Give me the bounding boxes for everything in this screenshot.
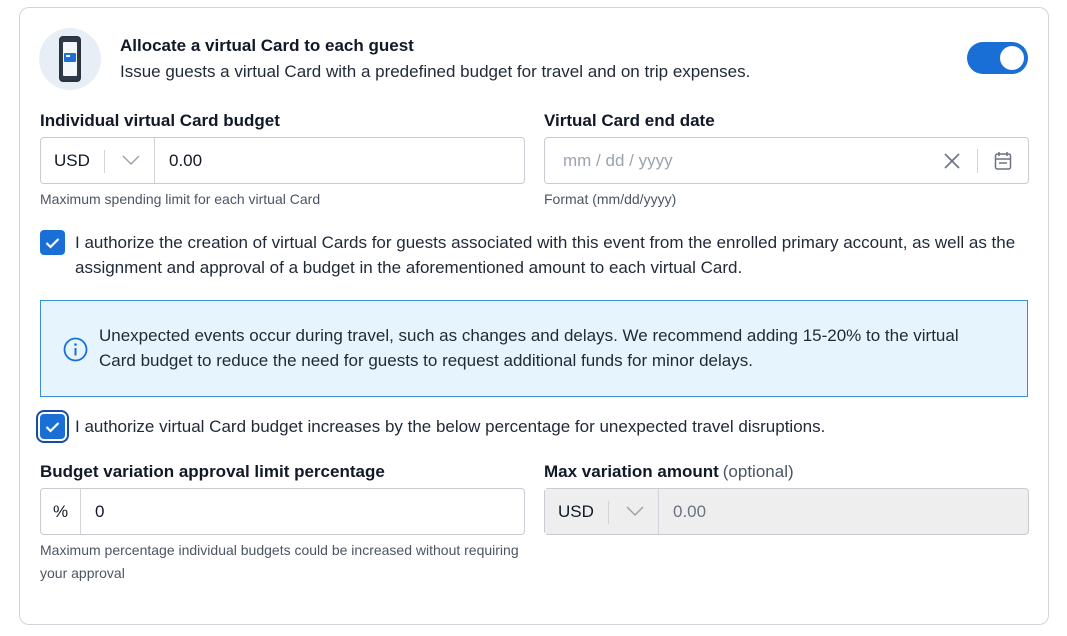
variation-pct-label: Budget variation approval limit percenta… bbox=[40, 462, 385, 481]
budget-currency-value: USD bbox=[54, 150, 90, 170]
checkmark-icon bbox=[45, 237, 60, 249]
section-subtitle: Issue guests a virtual Card with a prede… bbox=[120, 62, 751, 81]
checkmark-icon bbox=[45, 421, 60, 433]
max-variation-currency-value: USD bbox=[558, 501, 594, 521]
end-date-label: Virtual Card end date bbox=[544, 111, 715, 130]
authorize-creation-row: I authorize the creation of virtual Card… bbox=[40, 230, 1028, 280]
allocate-card-toggle[interactable] bbox=[967, 42, 1028, 74]
max-variation-field: USD 0.00 bbox=[544, 488, 1029, 535]
variation-pct-help: Maximum percentage individual budgets co… bbox=[40, 542, 519, 581]
max-variation-label: Max variation amount (optional) bbox=[544, 462, 794, 482]
variation-pct-field: % 0 bbox=[40, 488, 525, 535]
percent-symbol: % bbox=[41, 489, 81, 534]
authorize-creation-checkbox[interactable] bbox=[40, 230, 65, 255]
section-title: Allocate a virtual Card to each guest bbox=[120, 36, 414, 55]
authorize-creation-text: I authorize the creation of virtual Card… bbox=[75, 233, 1016, 277]
info-callout: Unexpected events occur during travel, s… bbox=[40, 300, 1028, 397]
end-date-input[interactable]: mm / dd / yyyy bbox=[544, 137, 1029, 184]
budget-currency-select[interactable]: USD bbox=[41, 138, 155, 183]
optional-tag: (optional) bbox=[722, 462, 794, 481]
authorize-increase-row: I authorize virtual Card budget increase… bbox=[40, 414, 1028, 439]
variation-pct-input[interactable]: 0 bbox=[81, 502, 104, 522]
authorize-increase-checkbox[interactable] bbox=[40, 414, 65, 439]
end-date-help: Format (mm/dd/yyyy) bbox=[544, 191, 677, 207]
budget-label: Individual virtual Card budget bbox=[40, 111, 280, 130]
info-text: Unexpected events occur during travel, s… bbox=[99, 326, 959, 370]
budget-field: USD 0.00 bbox=[40, 137, 525, 184]
budget-amount-input[interactable]: 0.00 bbox=[155, 151, 202, 171]
info-icon bbox=[63, 337, 88, 362]
authorize-increase-text: I authorize virtual Card budget increase… bbox=[75, 417, 826, 436]
max-variation-label-text: Max variation amount bbox=[544, 462, 719, 481]
clear-icon[interactable] bbox=[942, 151, 962, 171]
phone-card-icon bbox=[39, 28, 101, 90]
budget-help: Maximum spending limit for each virtual … bbox=[40, 191, 321, 207]
max-variation-amount-input[interactable]: 0.00 bbox=[659, 502, 706, 522]
chevron-down-icon bbox=[626, 506, 644, 517]
chevron-down-icon bbox=[122, 155, 140, 166]
toggle-knob bbox=[1000, 46, 1024, 70]
max-variation-currency-select[interactable]: USD bbox=[545, 489, 659, 534]
calendar-icon[interactable] bbox=[994, 151, 1012, 171]
